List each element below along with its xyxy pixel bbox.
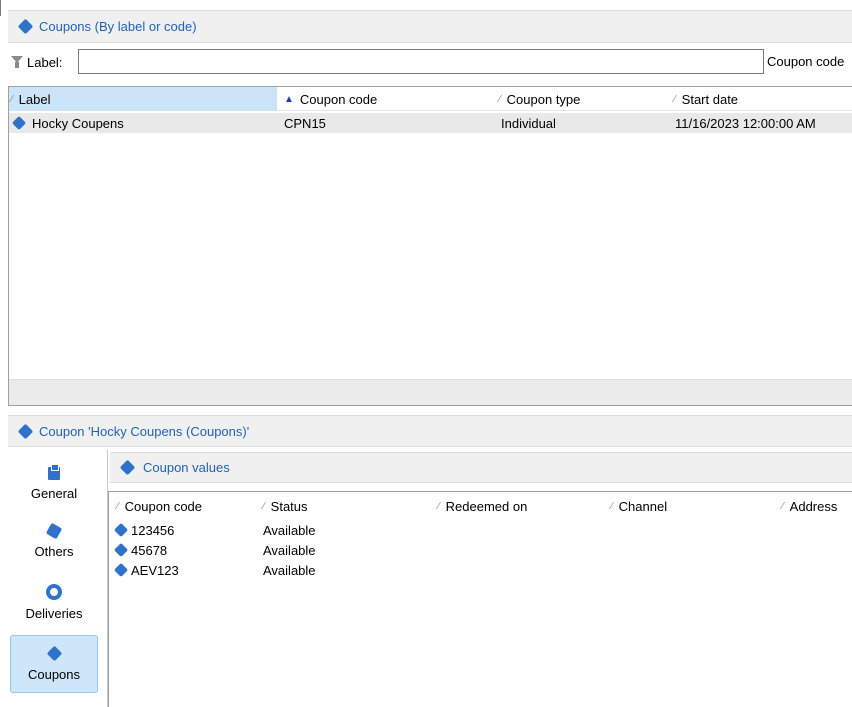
coupon-icon [12, 116, 26, 130]
sort-indicator-icon: ⁄ [438, 500, 440, 512]
row-type-cell: Individual [501, 115, 556, 131]
row-status-cell: Available [263, 562, 316, 578]
coupon-icon [114, 523, 128, 537]
column-header-coupon-code[interactable]: ▲ Coupon code [284, 87, 494, 111]
sort-indicator-icon: ⁄ [117, 500, 119, 512]
sort-indicator-icon: ⁄ [782, 500, 784, 512]
column-header-coupon-code[interactable]: ⁄ Coupon code [117, 492, 262, 520]
coupon-code-filter-label: Coupon code [767, 54, 845, 69]
coupon-values-grid[interactable]: ⁄ Coupon code ⁄ Status ⁄ Redeemed on ⁄ C… [108, 491, 852, 707]
coupon-icon [120, 460, 135, 475]
coupon-icon [47, 646, 62, 661]
window-edge [0, 0, 1, 16]
table-row[interactable]: 123456 Available [109, 520, 852, 540]
coupon-icon [114, 543, 128, 557]
table-row[interactable]: AEV123 Available [109, 560, 852, 580]
detail-left-nav: General Others Deliveries Coupons [8, 450, 108, 707]
coupons-grid[interactable]: ⁄ Label ▲ Coupon code ⁄ Coupon type ⁄ St… [8, 86, 852, 406]
filter-icon [11, 55, 23, 69]
row-code-cell: CPN15 [284, 115, 326, 131]
nav-item-deliveries[interactable]: Deliveries [10, 574, 98, 630]
column-header-status[interactable]: ⁄ Status [263, 492, 433, 520]
row-label-cell: Hocky Coupens [12, 113, 124, 133]
column-header-address[interactable]: ⁄ Address [782, 492, 852, 520]
cube-icon [47, 524, 61, 538]
row-code-cell: AEV123 [114, 560, 179, 580]
sort-indicator-icon: ⁄ [499, 93, 501, 105]
nav-item-others[interactable]: Others [10, 513, 98, 569]
sort-ascending-icon: ▲ [284, 93, 294, 105]
nav-item-general[interactable]: General [10, 454, 98, 510]
column-header-coupon-type[interactable]: ⁄ Coupon type [499, 87, 669, 111]
row-start-date-cell: 11/16/2023 12:00:00 AM [675, 115, 816, 131]
coupons-panel-header: Coupons (By label or code) [8, 10, 852, 43]
coupon-icon [114, 563, 128, 577]
coupons-grid-header: ⁄ Label ▲ Coupon code ⁄ Coupon type ⁄ St… [9, 87, 852, 111]
row-status-cell: Available [263, 522, 316, 538]
sort-indicator-icon: ⁄ [611, 500, 613, 512]
coupon-detail-header: Coupon 'Hocky Coupens (Coupons)' [8, 415, 852, 447]
row-status-cell: Available [263, 542, 316, 558]
coupon-detail-title: Coupon 'Hocky Coupens (Coupons)' [39, 423, 250, 439]
column-header-channel[interactable]: ⁄ Channel [611, 492, 781, 520]
coupon-values-title: Coupon values [143, 460, 230, 475]
coupons-panel-title: Coupons (By label or code) [39, 19, 197, 34]
sort-indicator-icon: ⁄ [674, 93, 676, 105]
coupon-icon [18, 424, 33, 439]
label-filter-input[interactable] [78, 49, 764, 74]
filter-bar: Label: Coupon code [8, 47, 852, 77]
column-header-start-date[interactable]: ⁄ Start date [674, 87, 852, 111]
row-code-cell: 45678 [114, 540, 167, 560]
column-header-redeemed-on[interactable]: ⁄ Redeemed on [438, 492, 608, 520]
table-row[interactable]: 45678 Available [109, 540, 852, 560]
ring-icon [46, 583, 62, 600]
clipboard-icon [48, 463, 60, 480]
table-row[interactable]: Hocky Coupens CPN15 Individual 11/16/202… [9, 113, 852, 133]
row-code-cell: 123456 [114, 520, 174, 540]
label-filter-label: Label: [27, 54, 63, 70]
grid-footer-bar [9, 379, 852, 405]
sort-indicator-icon: ⁄ [11, 93, 13, 105]
sort-indicator-icon: ⁄ [263, 500, 265, 512]
coupon-icon [18, 19, 33, 34]
nav-item-coupons[interactable]: Coupons [10, 635, 98, 693]
column-header-label[interactable]: ⁄ Label [9, 87, 277, 111]
coupon-values-header: Coupon values [110, 452, 852, 483]
